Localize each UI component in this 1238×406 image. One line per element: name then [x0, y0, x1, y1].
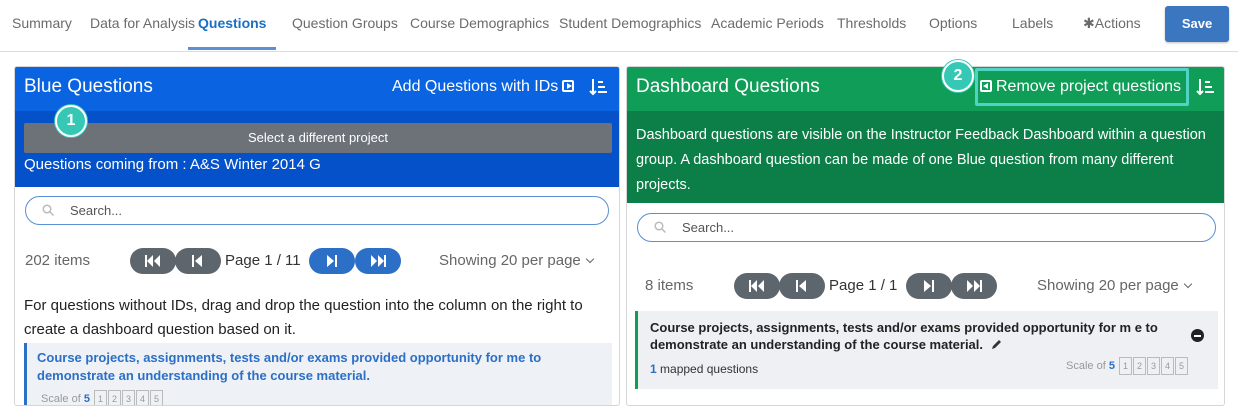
last-page-icon	[371, 255, 386, 267]
import-icon	[562, 80, 575, 92]
scale-label: Scale of	[41, 393, 81, 405]
blue-page-indicator: Page 1 / 11	[225, 252, 301, 269]
scale-point: 1	[1119, 357, 1132, 375]
previous-page-button[interactable]	[175, 248, 221, 274]
blue-panel-title: Blue Questions	[24, 76, 153, 97]
questions-source-text: Questions coming from : A&S Winter 2014 …	[24, 156, 321, 173]
next-page-button[interactable]	[309, 248, 355, 274]
tab-data-for-analysis[interactable]: Data for Analysis	[90, 0, 195, 50]
drag-drop-hint: For questions without IDs, drag and drop…	[24, 297, 583, 338]
dashboard-question-label: Course projects, assignments, tests and/…	[650, 320, 1158, 352]
next-page-icon	[924, 280, 934, 292]
dashboard-per-page-select[interactable]: Showing 20 per page	[1037, 277, 1193, 294]
remove-question-icon[interactable]	[1191, 329, 1204, 342]
search-icon	[42, 204, 54, 216]
per-page-label: Showing 20 per page	[439, 252, 581, 269]
remove-project-questions-button[interactable]: Remove project questions	[980, 78, 1181, 96]
blue-question-card[interactable]: Course projects, assignments, tests and/…	[24, 343, 612, 405]
scale-point: 4	[1161, 357, 1174, 375]
scale-point: 2	[1133, 357, 1146, 375]
add-questions-with-ids-button[interactable]: Add Questions with IDs	[392, 78, 575, 96]
save-button[interactable]: Save	[1165, 6, 1229, 42]
pencil-icon[interactable]	[991, 338, 1003, 350]
scale-point: 5	[1175, 357, 1188, 375]
tab-actions[interactable]: ✱Actions	[1083, 0, 1141, 50]
scale-point: 5	[150, 390, 163, 405]
mapped-label: mapped questions	[660, 362, 759, 376]
first-page-icon	[749, 280, 764, 292]
blue-items-count: 202 items	[25, 252, 91, 269]
search-placeholder: Search...	[682, 220, 735, 235]
dashboard-questions-panel: Dashboard Questions Remove project quest…	[626, 66, 1225, 406]
tab-labels[interactable]: Labels	[1012, 0, 1053, 50]
blue-question-scale: Scale of 5 12345	[41, 390, 163, 405]
scale-point: 1	[94, 390, 107, 405]
dashboard-question-card[interactable]: Course projects, assignments, tests and/…	[635, 311, 1218, 389]
per-page-label: Showing 20 per page	[1037, 277, 1179, 294]
first-page-button[interactable]	[734, 273, 780, 299]
add-questions-label: Add Questions with IDs	[392, 78, 559, 95]
last-page-button[interactable]	[951, 273, 997, 299]
remove-icon	[980, 80, 992, 92]
blue-search-input[interactable]: Search...	[25, 196, 609, 225]
sort-icon[interactable]	[589, 77, 607, 97]
dashboard-description: Dashboard questions are visible on the I…	[636, 127, 1206, 193]
mapped-questions-count[interactable]: 1 mapped questions	[650, 362, 758, 376]
scale-point: 2	[108, 390, 121, 405]
dashboard-question-scale: Scale of 5 12345	[1066, 357, 1188, 375]
chevron-down-icon	[1183, 279, 1193, 289]
blue-per-page-select[interactable]: Showing 20 per page	[439, 252, 595, 269]
tab-options[interactable]: Options	[929, 0, 977, 50]
sort-icon[interactable]	[1196, 77, 1214, 97]
tab-student-demographics[interactable]: Student Demographics	[559, 0, 701, 50]
search-placeholder: Search...	[70, 203, 123, 218]
scale-point: 4	[136, 390, 149, 405]
tab-thresholds[interactable]: Thresholds	[837, 0, 906, 50]
dashboard-panel-title: Dashboard Questions	[636, 76, 820, 97]
select-different-project-button[interactable]: Select a different project	[24, 123, 612, 153]
scale-point: 3	[122, 390, 135, 405]
tab-question-groups[interactable]: Question Groups	[292, 0, 398, 50]
last-page-button[interactable]	[355, 248, 401, 274]
next-page-icon	[327, 255, 337, 267]
tab-academic-periods[interactable]: Academic Periods	[711, 0, 824, 50]
tab-course-demographics[interactable]: Course Demographics	[410, 0, 549, 50]
remove-project-questions-label: Remove project questions	[996, 78, 1181, 95]
dashboard-items-count: 8 items	[645, 277, 694, 294]
callout-badge-2: 2	[942, 60, 974, 92]
scale-value: 5	[83, 393, 90, 405]
search-icon	[654, 221, 666, 233]
scale-value: 5	[1108, 360, 1115, 372]
previous-page-button[interactable]	[779, 273, 825, 299]
last-page-icon	[967, 280, 982, 292]
top-nav: Summary Data for Analysis Questions Ques…	[0, 0, 1238, 52]
blue-question-text: Course projects, assignments, tests and/…	[37, 350, 542, 383]
previous-page-icon	[796, 280, 806, 292]
callout-badge-1: 1	[55, 105, 87, 137]
first-page-button[interactable]	[130, 248, 176, 274]
dashboard-question-text: Course projects, assignments, tests and/…	[650, 319, 1185, 353]
scale-point: 3	[1147, 357, 1160, 375]
mapped-count: 1	[650, 362, 657, 376]
dashboard-page-indicator: Page 1 / 1	[829, 277, 898, 294]
chevron-down-icon	[585, 254, 595, 264]
scale-label: Scale of	[1066, 360, 1106, 372]
next-page-button[interactable]	[906, 273, 952, 299]
previous-page-icon	[192, 255, 202, 267]
first-page-icon	[145, 255, 160, 267]
dashboard-search-input[interactable]: Search...	[637, 213, 1216, 242]
tab-questions[interactable]: Questions	[188, 0, 277, 50]
blue-questions-panel: Blue Questions Add Questions with IDs Se…	[14, 66, 620, 406]
tab-summary[interactable]: Summary	[12, 0, 72, 50]
